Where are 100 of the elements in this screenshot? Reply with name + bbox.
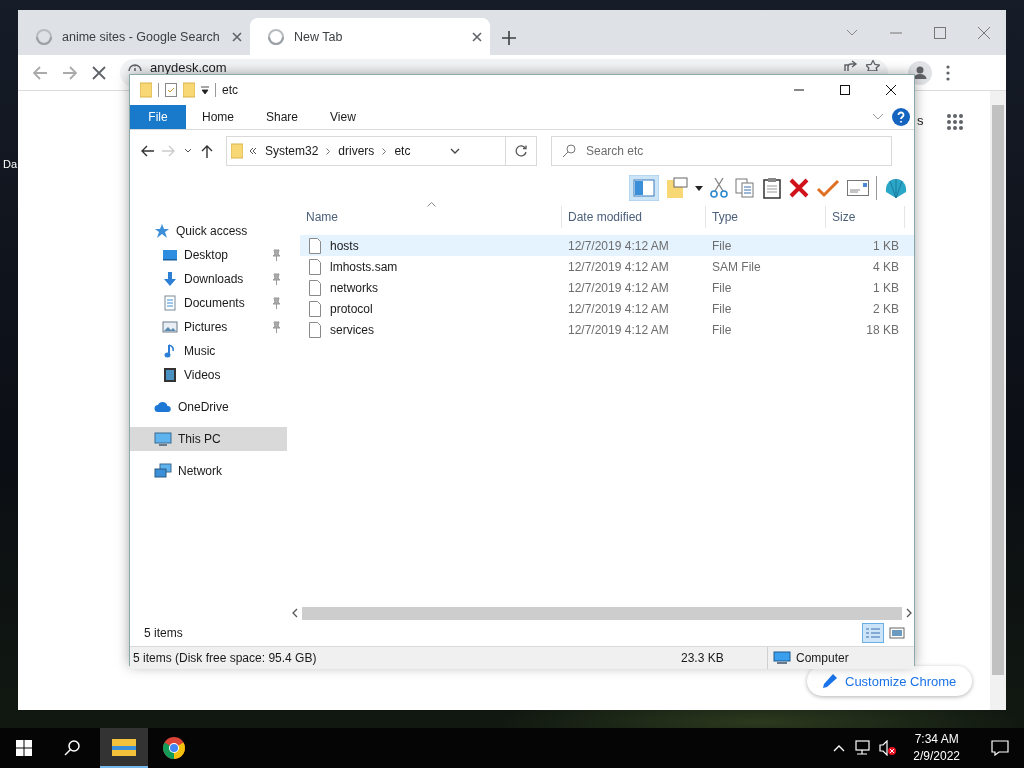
maximize-icon [840,85,850,95]
bookmark-star-icon[interactable] [866,59,880,71]
loading-spinner-icon [268,28,284,45]
new-tab-icon[interactable] [502,31,516,45]
preview-pane-icon[interactable] [629,175,659,201]
file-row[interactable]: protocol 12/7/2019 4:12 AM File 2 KB [300,298,914,319]
folder-icon [140,82,152,98]
desktop-icon [162,247,178,263]
chevron-up-icon[interactable] [833,744,846,752]
file-name: hosts [330,238,359,253]
file-row[interactable]: networks 12/7/2019 4:12 AM File 1 KB [300,277,914,298]
column-header[interactable]: Date modified [562,206,706,228]
clipboard-icon[interactable] [762,177,782,199]
ribbon-tab[interactable]: Home [186,105,250,129]
column-header[interactable]: Name [300,206,562,228]
network-icon [154,463,172,479]
delete-icon[interactable] [789,178,809,198]
up-arrow-icon[interactable] [200,144,214,158]
nav-item[interactable]: Documents [130,291,287,315]
ribbon-tab[interactable]: File [130,105,186,129]
maximize-icon[interactable] [934,26,946,39]
nav-item[interactable]: Quick access [130,219,287,243]
stop-icon[interactable] [92,65,106,80]
status-text: Computer [796,651,849,665]
back-arrow-icon[interactable] [140,144,154,158]
breadcrumb-item[interactable]: etc [392,144,413,158]
volume-muted-icon[interactable] [879,740,898,756]
desktop-icon-label[interactable]: Da [3,158,18,170]
nav-item[interactable]: Desktop [130,243,287,267]
browser-tab[interactable]: New Tab [250,18,490,55]
nav-item[interactable]: This PC [130,427,287,451]
ribbon-tab[interactable]: View [314,105,372,129]
computer-icon [773,651,791,665]
recent-locations-icon[interactable] [184,148,192,154]
scrollbar[interactable] [990,91,1006,710]
pencil-icon [823,674,837,688]
header-link[interactable]: s [917,113,924,128]
status-text: 23.3 KB [680,651,725,665]
breadcrumb-item[interactable]: System32 [263,144,321,158]
close-icon[interactable] [232,31,242,42]
table-cell-text: 12/7/2019 4:12 AM [567,301,670,316]
film-icon [162,367,178,383]
cloud-icon [154,399,172,415]
customize-dropdown-icon[interactable] [201,86,209,94]
menu-icon[interactable] [946,64,950,81]
search-field[interactable]: Search etc [551,136,892,166]
checkmark-icon[interactable] [816,178,840,198]
properties-icon[interactable] [165,82,177,98]
chevron-right-icon [382,147,387,155]
windows-logo-icon [16,740,32,756]
table-cell-text: SAM File [711,259,762,274]
scroll-left-icon [290,608,300,618]
file-row[interactable]: lmhosts.sam 12/7/2019 4:12 AM SAM File 4 KB [300,256,914,277]
star-icon [154,223,170,239]
search-icon [64,740,80,756]
address-bar[interactable]: System32 drivers etc [226,136,537,166]
computer-icon [154,431,172,447]
close-icon[interactable] [472,31,482,42]
dropdown-icon[interactable] [695,185,703,191]
table-cell-text: 4 KB [872,259,900,274]
nav-item[interactable]: Downloads [130,267,287,291]
nav-item[interactable]: Network [130,459,287,483]
column-header[interactable]: Size [826,206,905,228]
help-icon[interactable] [892,108,910,126]
file-row[interactable]: hosts 12/7/2019 4:12 AM File 1 KB [300,235,914,256]
tab-search-icon[interactable] [846,28,858,37]
browser-tab[interactable]: anime sites - Google Search [18,18,250,55]
column-header[interactable]: Type [706,206,826,228]
loading-spinner-icon [36,28,52,45]
network-icon[interactable] [853,740,872,756]
search-input[interactable]: Search etc [586,137,891,165]
customize-chrome-button[interactable]: Customize Chrome [807,666,973,696]
envelope-icon[interactable] [847,180,869,196]
refresh-icon[interactable] [514,144,528,158]
table-cell-text: File [711,301,733,316]
clock[interactable]: 7:34 AM 2/9/2022 [905,731,968,765]
file-name: protocol [330,301,373,316]
nav-item[interactable]: Music [130,339,287,363]
apps-grid-icon[interactable] [946,113,964,131]
shell-icon[interactable] [884,177,908,199]
copy-icon[interactable] [735,178,755,198]
folder-options-icon[interactable] [666,177,688,199]
file-icon [308,258,322,275]
dropdown-icon[interactable] [449,148,460,154]
file-row[interactable]: services 12/7/2019 4:12 AM File 18 KB [300,319,914,340]
overflow-chevron-icon[interactable] [249,147,257,155]
status-text: 5 items (Disk free space: 95.4 GB) [132,651,318,665]
horizontal-scrollbar[interactable] [290,606,914,620]
scissors-icon[interactable] [710,177,728,199]
table-cell-text: File [711,280,733,295]
share-icon[interactable] [844,59,858,71]
nav-item[interactable]: Pictures [130,315,287,339]
nav-item[interactable]: Videos [130,363,287,387]
breadcrumb-item[interactable]: drivers [336,144,377,158]
close-icon[interactable] [978,26,990,39]
table-cell-text: 12/7/2019 4:12 AM [567,238,670,253]
taskbar-app[interactable] [100,728,148,768]
ribbon-tab[interactable]: Share [250,105,315,129]
nav-item[interactable]: OneDrive [130,395,287,419]
expand-ribbon-icon[interactable] [872,113,884,121]
